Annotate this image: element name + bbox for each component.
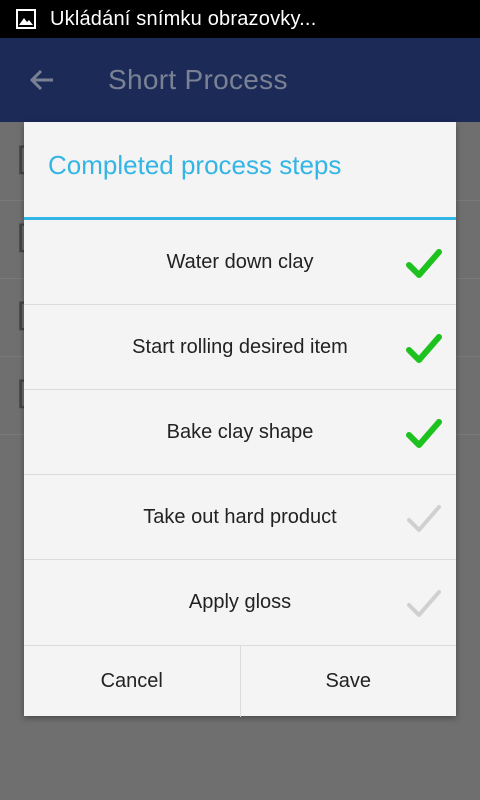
checkmark-icon[interactable] [406, 248, 442, 280]
completed-steps-dialog: Completed process steps Water down clay … [24, 122, 456, 717]
save-button[interactable]: Save [241, 646, 457, 717]
image-icon [14, 7, 38, 31]
step-row[interactable]: Apply gloss [24, 560, 456, 644]
dialog-button-bar: Cancel Save [24, 645, 456, 717]
step-row[interactable]: Take out hard product [24, 475, 456, 560]
checkmark-icon[interactable] [406, 418, 442, 450]
cancel-button[interactable]: Cancel [24, 646, 240, 717]
app-bar: Short Process [0, 38, 480, 122]
checkmark-icon[interactable] [406, 588, 442, 620]
checkmark-icon[interactable] [406, 503, 442, 535]
status-text: Ukládání snímku obrazovky... [50, 7, 317, 30]
step-label: Bake clay shape [166, 420, 314, 443]
step-row[interactable]: Water down clay [24, 220, 456, 305]
step-row[interactable]: Start rolling desired item [24, 305, 456, 390]
step-label: Apply gloss [188, 590, 292, 613]
step-list: Water down clay Start rolling desired it… [24, 220, 456, 644]
step-row[interactable]: Bake clay shape [24, 390, 456, 475]
dialog-title: Completed process steps [48, 150, 342, 180]
checkmark-icon[interactable] [406, 333, 442, 365]
arrow-left-icon[interactable] [28, 65, 58, 95]
step-label: Start rolling desired item [132, 335, 348, 358]
page-title: Short Process [108, 64, 288, 95]
step-label: Water down clay [166, 250, 314, 273]
status-bar: Ukládání snímku obrazovky... [0, 0, 480, 38]
step-label: Take out hard product [143, 505, 337, 528]
